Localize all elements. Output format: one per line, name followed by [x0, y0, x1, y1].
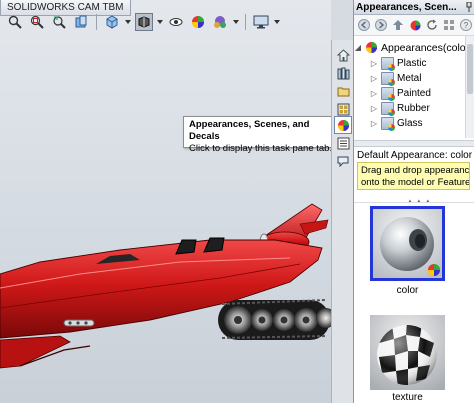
swatch-caption: color [396, 285, 419, 296]
view-icon[interactable] [442, 18, 456, 32]
up-folder-icon[interactable] [391, 18, 405, 32]
tree-item-rubber[interactable]: ▷ Rubber [370, 101, 430, 116]
expand-arrow-icon[interactable]: ▷ [370, 59, 378, 68]
appearance-folder-icon [381, 117, 395, 131]
color-ball-icon [373, 209, 442, 278]
previous-view-icon[interactable] [50, 13, 68, 31]
chevron-down-icon[interactable] [274, 13, 280, 31]
tree-item-glass[interactable]: ▷ Glass [370, 116, 423, 131]
task-pane-tab-strip [331, 40, 353, 403]
file-explorer-icon[interactable] [334, 82, 352, 100]
tree-item-label: Glass [397, 118, 423, 129]
default-appearance-label: Default Appearance: color [357, 150, 473, 161]
tree-item-metal[interactable]: ▷ Metal [370, 71, 421, 86]
swatch-color[interactable] [370, 206, 445, 281]
view-orientation-icon[interactable] [103, 13, 121, 31]
appearance-folder-tree: ◢ Appearances(color) ▷ Plastic ▷ Metal ▷… [354, 38, 474, 134]
hint-line: Drag and drop appearances [361, 165, 470, 176]
tree-item-appearances-color[interactable]: ◢ Appearances(color) [354, 40, 473, 55]
pane-splitter[interactable] [354, 140, 474, 147]
heads-up-view-toolbar [6, 12, 280, 32]
collapse-arrow-icon[interactable]: ◢ [354, 43, 362, 52]
add-to-library-icon[interactable] [408, 18, 422, 32]
appearance-folder-icon [381, 72, 395, 86]
expand-arrow-icon[interactable]: ▷ [370, 89, 378, 98]
tree-item-plastic[interactable]: ▷ Plastic [370, 56, 426, 71]
pin-icon[interactable] [465, 2, 474, 12]
tooltip-body: Click to display this task pane tab. [189, 143, 331, 154]
design-library-icon[interactable] [334, 64, 352, 82]
tree-item-label: Metal [397, 73, 422, 84]
forum-icon[interactable] [334, 152, 352, 170]
chevron-down-icon[interactable] [233, 13, 239, 31]
expand-arrow-icon[interactable]: ▷ [370, 74, 378, 83]
drag-drop-hint: Drag and drop appearances onto the model… [357, 162, 470, 190]
toolbar-separator [96, 14, 97, 30]
swatch-caption: texture [392, 392, 423, 403]
appearance-swatch-gallery: color texture [354, 202, 474, 403]
toolbar-separator [245, 14, 246, 30]
svg-text:?: ? [464, 21, 469, 30]
forward-arrow-icon[interactable] [374, 18, 388, 32]
appearances-task-pane: Appearances, Scen... ? ◢ Appearances(col… [353, 0, 474, 403]
apply-scene-icon[interactable] [211, 13, 229, 31]
tree-item-label: Appearances(color) [381, 41, 473, 54]
zoom-area-icon[interactable] [28, 13, 46, 31]
tooltip-title: Appearances, Scenes, and Decals [189, 119, 310, 142]
swatch-texture[interactable] [370, 315, 445, 390]
custom-properties-icon[interactable] [334, 134, 352, 152]
scrollbar-thumb[interactable] [467, 44, 473, 94]
chevron-down-icon[interactable] [157, 13, 163, 31]
tab-tooltip: Appearances, Scenes, and Decals Click to… [183, 116, 331, 154]
view-settings-icon[interactable] [252, 13, 270, 31]
section-view-icon[interactable] [72, 13, 90, 31]
zoom-to-fit-icon[interactable] [6, 13, 24, 31]
appearance-folder-icon [381, 57, 395, 71]
pane-navigation-toolbar: ? [354, 15, 474, 36]
hint-line: onto the model or FeatureM... [361, 177, 470, 188]
checker-ball-icon [370, 315, 445, 390]
pane-title-bar: Appearances, Scen... [354, 0, 474, 15]
tree-item-label: Plastic [397, 58, 427, 69]
graphics-viewport[interactable]: SOLIDWORKS CAM TBM Appearances, Scenes, … [0, 0, 331, 403]
hide-show-items-icon[interactable] [167, 13, 185, 31]
rocket-car-model[interactable] [0, 190, 331, 403]
back-arrow-icon[interactable] [357, 18, 371, 32]
tree-item-painted[interactable]: ▷ Painted [370, 86, 431, 101]
expand-arrow-icon[interactable]: ▷ [370, 104, 378, 113]
expand-arrow-icon[interactable]: ▷ [370, 119, 378, 128]
tree-scrollbar[interactable] [465, 36, 474, 138]
chevron-down-icon[interactable] [125, 13, 131, 31]
display-style-icon[interactable] [135, 13, 153, 31]
tree-item-label: Rubber [397, 103, 430, 114]
appearances-scenes-decals-icon[interactable] [334, 116, 352, 134]
appearance-ball-icon [365, 41, 378, 54]
appearance-folder-icon [381, 102, 395, 116]
pane-title: Appearances, Scen... [356, 1, 457, 13]
tree-item-label: Painted [397, 88, 431, 99]
help-icon[interactable]: ? [459, 18, 473, 32]
appearance-folder-icon [381, 87, 395, 101]
solidworks-resources-icon[interactable] [334, 46, 352, 64]
edit-appearance-icon[interactable] [189, 13, 207, 31]
refresh-icon[interactable] [425, 18, 439, 32]
